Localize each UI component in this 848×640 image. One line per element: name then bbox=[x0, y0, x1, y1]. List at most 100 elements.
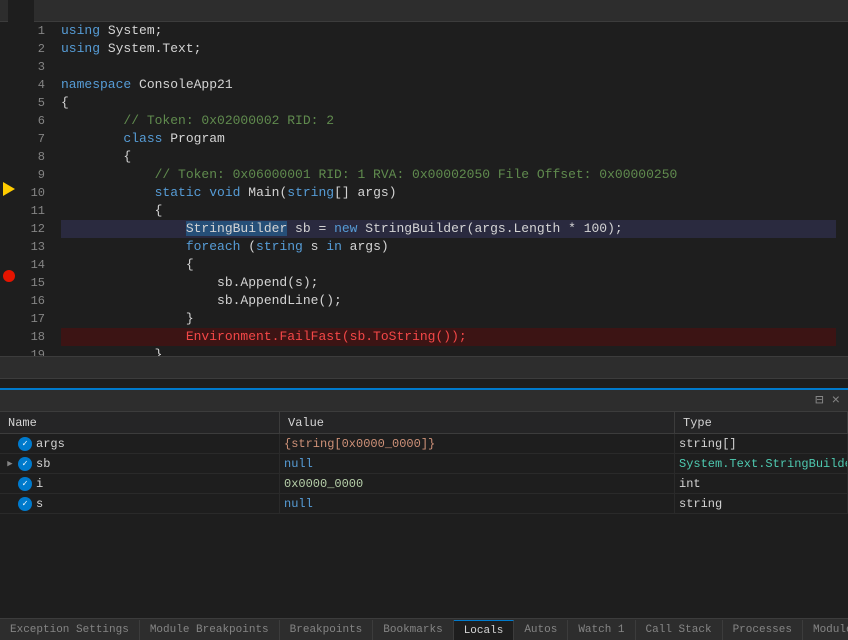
bottom-tab-watch-1[interactable]: Watch 1 bbox=[568, 620, 635, 640]
token: // Token: 0x06000001 RID: 1 RVA: 0x00002… bbox=[61, 167, 677, 182]
locals-close-icon[interactable]: × bbox=[832, 393, 840, 409]
gutter-row-16 bbox=[0, 240, 18, 255]
locals-value-0: {string[0x0000_0000]} bbox=[280, 434, 675, 453]
gutter-row-23 bbox=[0, 341, 18, 356]
code-line-6: // Token: 0x02000002 RID: 2 bbox=[61, 112, 836, 130]
gutter-row-12 bbox=[0, 182, 18, 197]
line-number-17: 17 bbox=[18, 310, 45, 328]
var-value: {string[0x0000_0000]} bbox=[284, 437, 435, 451]
scrollbar-horizontal[interactable] bbox=[0, 378, 848, 388]
token: ConsoleApp21 bbox=[131, 77, 232, 92]
gutter-row-13 bbox=[0, 196, 18, 211]
table-row[interactable]: ✓args{string[0x0000_0000]}string[] bbox=[0, 434, 848, 454]
gutter-row-10 bbox=[0, 153, 18, 168]
code-line-2: using System.Text; bbox=[61, 40, 836, 58]
line-number-11: 11 bbox=[18, 202, 45, 220]
locals-type-3: string bbox=[675, 494, 848, 513]
gutter-row-5 bbox=[0, 80, 18, 95]
code-line-4: namespace ConsoleApp21 bbox=[61, 76, 836, 94]
bottom-tab-locals[interactable]: Locals bbox=[454, 620, 515, 640]
token: static bbox=[155, 185, 202, 200]
program-tab[interactable] bbox=[8, 0, 34, 22]
token: sb.AppendLine(); bbox=[61, 293, 342, 308]
bottom-tab-processes[interactable]: Processes bbox=[723, 620, 803, 640]
bottom-tab-bookmarks[interactable]: Bookmarks bbox=[373, 620, 453, 640]
token bbox=[61, 239, 186, 254]
var-type: System.Text.StringBuilder bbox=[679, 457, 848, 471]
gutter-row-2 bbox=[0, 37, 18, 52]
token: sb.Append(s); bbox=[61, 275, 318, 290]
locals-panel: ⊟ × Name Value Type ✓args{string[0x0000_… bbox=[0, 388, 848, 618]
bottom-tab-exception-settings[interactable]: Exception Settings bbox=[0, 620, 140, 640]
locals-type-2: int bbox=[675, 474, 848, 493]
locals-empty bbox=[0, 515, 848, 618]
token: { bbox=[61, 95, 69, 110]
line-number-5: 5 bbox=[18, 94, 45, 112]
token: args) bbox=[342, 239, 389, 254]
locals-pin-icon[interactable]: ⊟ bbox=[815, 392, 823, 409]
var-type: string bbox=[679, 497, 722, 511]
token: // Token: 0x02000002 RID: 2 bbox=[61, 113, 334, 128]
table-row[interactable]: ▶✓sbnullSystem.Text.StringBuilder bbox=[0, 454, 848, 474]
var-value: null bbox=[284, 457, 313, 471]
line-number-13: 13 bbox=[18, 238, 45, 256]
token: ( bbox=[240, 239, 256, 254]
token: sb = bbox=[287, 221, 334, 236]
token: StringBuilder(args.Length * 100); bbox=[357, 221, 622, 236]
token bbox=[61, 131, 123, 146]
token: new bbox=[334, 221, 357, 236]
line-number-18: 18 bbox=[18, 328, 45, 346]
debug-icon: ✓ bbox=[18, 477, 32, 491]
scrollbar-vertical[interactable] bbox=[836, 22, 848, 356]
code-content[interactable]: using System;using System.Text; namespac… bbox=[53, 22, 836, 356]
code-line-10: static void Main(string[] args) bbox=[61, 184, 836, 202]
table-row[interactable]: ✓snullstring bbox=[0, 494, 848, 514]
var-name: i bbox=[36, 477, 43, 491]
code-line-19: } bbox=[61, 346, 836, 356]
breakpoint-dot[interactable] bbox=[3, 270, 15, 282]
line-number-14: 14 bbox=[18, 256, 45, 274]
line-number-12: 12 bbox=[18, 220, 45, 238]
locals-name-3: ✓s bbox=[0, 494, 280, 513]
line-number-16: 16 bbox=[18, 292, 45, 310]
code-line-5: { bbox=[61, 94, 836, 112]
token: string bbox=[256, 239, 303, 254]
gutter-row-15 bbox=[0, 225, 18, 240]
gutter-row-8 bbox=[0, 124, 18, 139]
title-bar bbox=[0, 0, 848, 22]
col-header-type: Type bbox=[675, 412, 848, 433]
token: Program bbox=[162, 131, 224, 146]
code-line-7: class Program bbox=[61, 130, 836, 148]
line-numbers: 1234567891011121314151617181920212223 bbox=[18, 22, 53, 356]
bottom-tab-modules[interactable]: Modules bbox=[803, 620, 848, 640]
debug-icon: ✓ bbox=[18, 457, 32, 471]
line-number-7: 7 bbox=[18, 130, 45, 148]
gutter-row-1 bbox=[0, 22, 18, 37]
table-row[interactable]: ✓ i 0x0000_0000 int bbox=[0, 474, 848, 494]
token: string bbox=[287, 185, 334, 200]
bottom-tab-module-breakpoints[interactable]: Module Breakpoints bbox=[140, 620, 280, 640]
token: } bbox=[61, 347, 162, 356]
bottom-tab-autos[interactable]: Autos bbox=[514, 620, 568, 640]
token: System; bbox=[100, 23, 162, 38]
token: { bbox=[61, 203, 162, 218]
line-number-4: 4 bbox=[18, 76, 45, 94]
zoom-bar bbox=[0, 356, 848, 378]
line-number-9: 9 bbox=[18, 166, 45, 184]
code-editor: 1234567891011121314151617181920212223 us… bbox=[0, 22, 848, 388]
code-line-3 bbox=[61, 58, 836, 76]
expand-arrow[interactable]: ▶ bbox=[4, 458, 16, 470]
gutter-row-20 bbox=[0, 298, 18, 313]
code-line-11: { bbox=[61, 202, 836, 220]
bottom-tab-breakpoints[interactable]: Breakpoints bbox=[280, 620, 374, 640]
gutter-col bbox=[0, 22, 18, 356]
bottom-tab-call-stack[interactable]: Call Stack bbox=[636, 620, 723, 640]
var-value: 0x0000_0000 bbox=[284, 477, 363, 491]
code-line-15: sb.Append(s); bbox=[61, 274, 836, 292]
locals-table: Name Value Type ✓args{string[0x0000_0000… bbox=[0, 412, 848, 515]
locals-value-2: 0x0000_0000 bbox=[280, 474, 675, 493]
col-header-value: Value bbox=[280, 412, 675, 433]
col-header-name: Name bbox=[0, 412, 280, 433]
code-line-1: using System; bbox=[61, 22, 836, 40]
token: System.Text; bbox=[100, 41, 201, 56]
